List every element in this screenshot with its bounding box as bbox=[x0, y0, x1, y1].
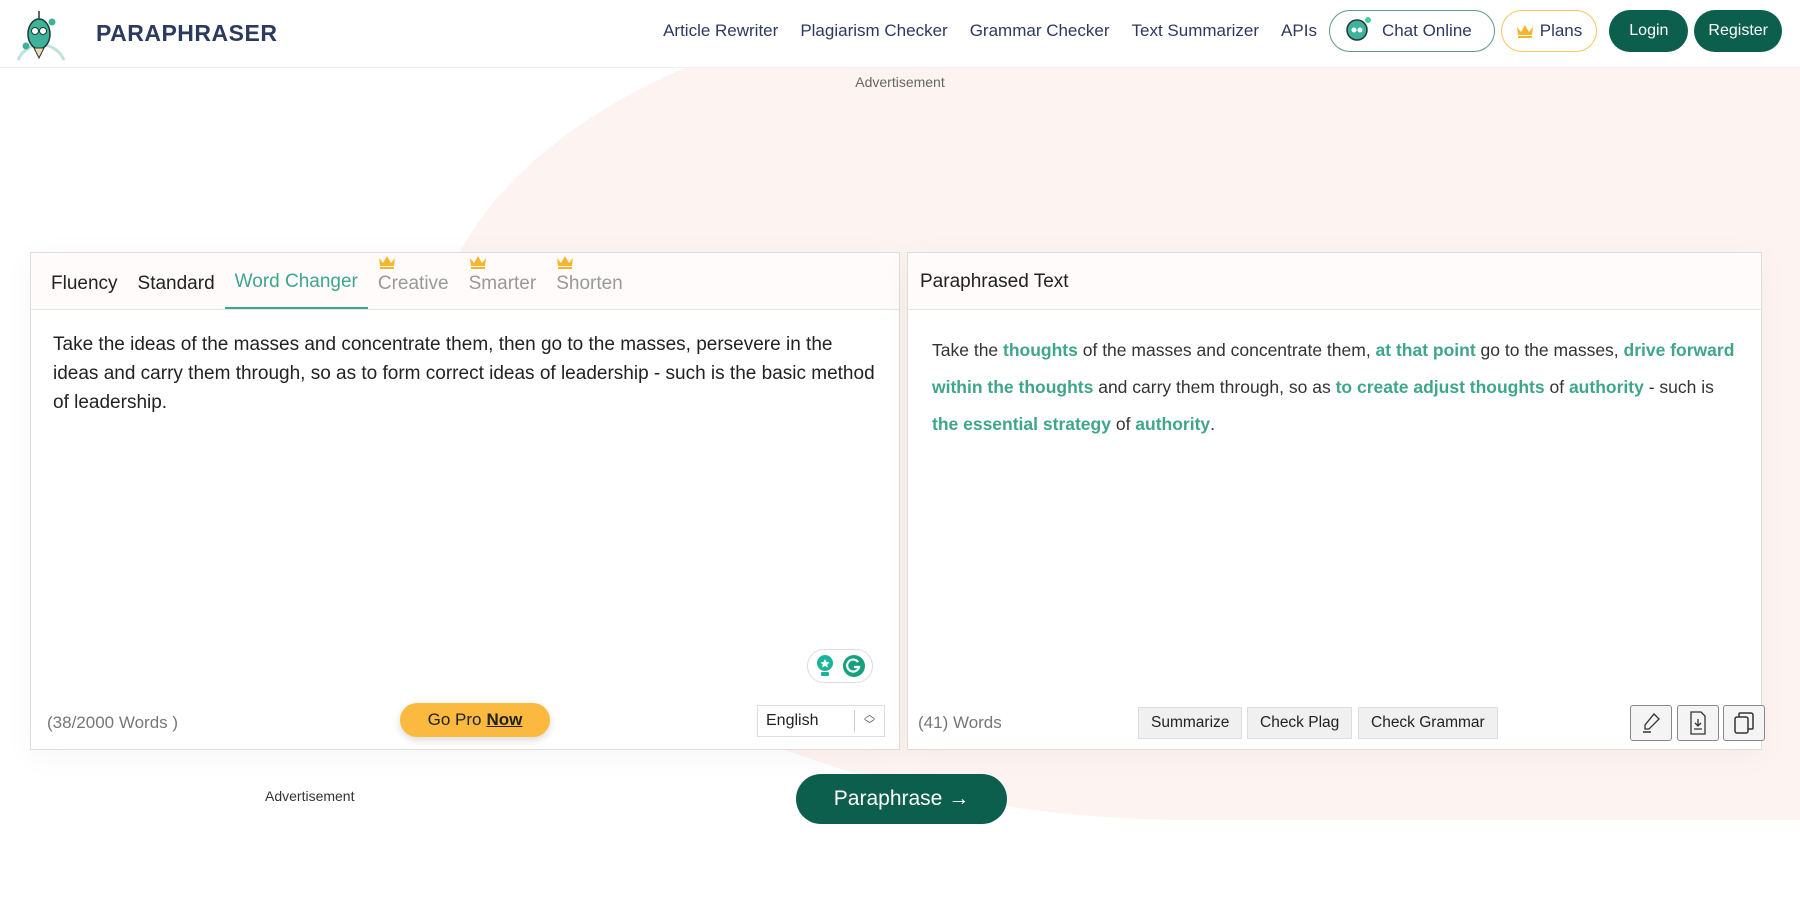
highlighter-icon bbox=[1643, 713, 1660, 733]
summarize-button[interactable]: Summarize bbox=[1138, 707, 1243, 739]
input-panel: Fluency Standard Word Changer Creative Smart… bbox=[30, 252, 900, 750]
crown-icon bbox=[469, 256, 486, 269]
plans-button[interactable]: Plans bbox=[1500, 10, 1598, 52]
output-footer: (41) Words Summarize Check Plag Check Gr… bbox=[908, 693, 1765, 749]
input-textarea[interactable]: Take the ideas of the masses and concent… bbox=[31, 310, 899, 670]
tab-word-changer[interactable]: Word Changer bbox=[224, 271, 368, 309]
go-pro-label: Go Pro bbox=[427, 710, 482, 729]
chat-online-button[interactable]: Chat Online bbox=[1328, 10, 1495, 52]
changed-word[interactable]: thoughts bbox=[1003, 340, 1078, 360]
tab-label: Shorten bbox=[556, 273, 623, 294]
nav-plagiarism-checker[interactable]: Plagiarism Checker bbox=[800, 21, 947, 41]
output-title: Paraphrased Text bbox=[908, 253, 1761, 310]
tab-creative[interactable]: Creative bbox=[368, 256, 459, 309]
text-segment: of the masses and concentrate them, bbox=[1077, 340, 1376, 360]
go-pro-now: Now bbox=[486, 710, 523, 729]
text-segment: - such is bbox=[1643, 377, 1714, 397]
download-button[interactable] bbox=[1677, 705, 1719, 741]
plans-label: Plans bbox=[1539, 21, 1583, 40]
tab-fluency[interactable]: Fluency bbox=[41, 273, 128, 309]
nav-article-rewriter[interactable]: Article Rewriter bbox=[663, 21, 778, 41]
text-segment: go to the masses, bbox=[1475, 340, 1624, 360]
check-plag-button[interactable]: Check Plag bbox=[1247, 707, 1353, 739]
language-value: English bbox=[766, 712, 819, 729]
go-pro-button[interactable]: Go Pro Now bbox=[400, 703, 550, 737]
changed-word[interactable]: to create adjust thoughts bbox=[1336, 377, 1545, 397]
nav-apis[interactable]: APIs bbox=[1281, 21, 1317, 41]
copy-button[interactable] bbox=[1723, 705, 1765, 741]
input-footer: (38/2000 Words ) Go Pro Now English ︿ ﹀ bbox=[31, 693, 899, 749]
mode-tabs: Fluency Standard Word Changer Creative Smart… bbox=[31, 253, 899, 310]
changed-word[interactable]: authority bbox=[1569, 377, 1644, 397]
text-segment: . bbox=[1210, 414, 1216, 434]
language-select[interactable]: English ︿ ﹀ bbox=[757, 705, 885, 737]
tab-label: Word Changer bbox=[234, 271, 358, 292]
tab-shorten[interactable]: Shorten bbox=[546, 256, 633, 309]
check-grammar-button[interactable]: Check Grammar bbox=[1358, 707, 1498, 739]
tab-standard[interactable]: Standard bbox=[128, 273, 225, 309]
main-nav: Article Rewriter Plagiarism Checker Gram… bbox=[663, 10, 1782, 52]
tab-label: Fluency bbox=[51, 273, 118, 294]
tab-smarter[interactable]: Smarter bbox=[459, 256, 547, 309]
paraphrase-button[interactable]: Paraphrase → bbox=[796, 774, 1007, 824]
copy-icon bbox=[1734, 712, 1754, 734]
lightbulb-icon[interactable] bbox=[814, 654, 836, 678]
download-icon bbox=[1690, 711, 1706, 735]
changed-word[interactable]: authority bbox=[1135, 414, 1210, 434]
crown-icon bbox=[557, 256, 574, 269]
changed-word[interactable]: at that point bbox=[1376, 340, 1476, 360]
input-word-count: (38/2000 Words ) bbox=[47, 713, 179, 732]
text-segment: Take the bbox=[932, 340, 1004, 360]
login-button[interactable]: Login bbox=[1609, 10, 1689, 52]
advertisement-label: Advertisement bbox=[855, 74, 945, 90]
output-word-count: (41) Words bbox=[918, 713, 1002, 732]
register-button[interactable]: Register bbox=[1694, 10, 1782, 52]
chevron-updown-icon: ︿ ﹀ bbox=[854, 710, 884, 732]
chat-bot-icon bbox=[1346, 17, 1371, 41]
output-panel: Paraphrased Text Take the thoughts of th… bbox=[907, 252, 1765, 750]
brand-name: PARAPHRASER bbox=[96, 20, 278, 46]
advertisement-label-bottom: Advertisement bbox=[265, 788, 355, 804]
changed-word[interactable]: the essential strategy bbox=[932, 414, 1111, 434]
chat-online-label: Chat Online bbox=[1381, 21, 1472, 40]
logo-mascot-icon bbox=[16, 11, 66, 61]
nav-text-summarizer[interactable]: Text Summarizer bbox=[1132, 21, 1260, 41]
paraphrased-text: Take the thoughts of the masses and conc… bbox=[908, 310, 1761, 465]
tab-label: Smarter bbox=[468, 273, 537, 294]
tab-label: Standard bbox=[137, 273, 215, 294]
grammar-tools bbox=[807, 649, 873, 683]
highlighter-button[interactable] bbox=[1630, 705, 1672, 741]
text-segment: and carry them through, so as bbox=[1093, 377, 1336, 397]
grammarly-icon[interactable] bbox=[842, 654, 866, 678]
crown-icon bbox=[1516, 25, 1533, 38]
header: PARAPHRASER Article Rewriter Plagiarism … bbox=[0, 0, 1800, 68]
text-segment: of bbox=[1110, 414, 1136, 434]
nav-grammar-checker[interactable]: Grammar Checker bbox=[970, 21, 1110, 41]
text-segment: of bbox=[1544, 377, 1569, 397]
tab-label: Creative bbox=[377, 273, 449, 294]
crown-icon bbox=[378, 256, 395, 269]
